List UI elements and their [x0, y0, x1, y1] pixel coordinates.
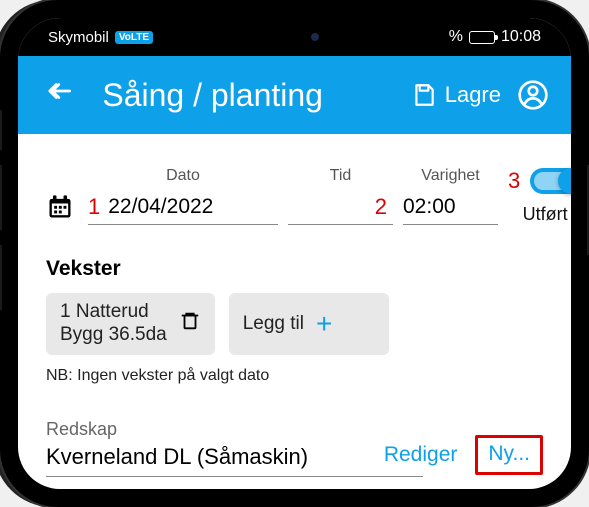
crops-row: 1 Natterud Bygg 36.5da Legg til + [46, 293, 543, 355]
add-crop-label: Legg til [243, 313, 304, 335]
back-arrow-icon[interactable] [40, 78, 74, 112]
crop-line1: 1 Natterud [60, 301, 167, 324]
equipment-value: Kverneland DL (Såmaskin) [46, 444, 423, 470]
carrier-label: Skymobil [48, 29, 109, 46]
date-input[interactable]: 1 22/04/2022 [88, 191, 278, 225]
battery-percent: % [449, 28, 463, 46]
done-toggle[interactable] [530, 168, 571, 194]
profile-icon[interactable] [517, 79, 549, 111]
equipment-section: Redskap Kverneland DL (Såmaskin) Rediger… [46, 419, 543, 477]
time-field: Tid 2 [288, 167, 393, 225]
save-button[interactable]: Lagre [411, 82, 501, 108]
top-fields-row: Dato 1 22/04/2022 Tid 2 Varighet 02:00 [46, 154, 543, 225]
duration-label: Varighet [403, 167, 498, 185]
side-button [0, 165, 2, 230]
side-button [0, 245, 2, 310]
battery-icon [469, 31, 495, 44]
app-header: Såing / planting Lagre [18, 56, 571, 134]
add-crop-button[interactable]: Legg til + [229, 293, 389, 355]
crop-line2: Bygg 36.5da [60, 324, 167, 347]
done-label: Utført [523, 204, 568, 225]
side-button [0, 110, 2, 150]
done-toggle-group: 3 Utført [508, 154, 571, 225]
annotation-3: 3 [508, 168, 520, 194]
new-equipment-button[interactable]: Ny... [475, 435, 543, 475]
page-title: Såing / planting [90, 77, 394, 114]
calendar-icon[interactable] [46, 193, 74, 221]
date-label: Dato [88, 167, 278, 185]
equipment-input[interactable]: Kverneland DL (Såmaskin) [46, 444, 423, 477]
crop-chip[interactable]: 1 Natterud Bygg 36.5da [46, 293, 215, 355]
phone-frame: Skymobil VoLTE % 10:08 Såing / planting [0, 0, 589, 507]
edit-equipment-button[interactable]: Rediger [384, 443, 458, 467]
save-label: Lagre [445, 82, 501, 108]
annotation-2: 2 [375, 194, 387, 220]
notch [181, 18, 409, 56]
annotation-1: 1 [88, 194, 100, 220]
time-input[interactable]: 2 [288, 191, 393, 225]
time-label: Tid [288, 167, 393, 185]
camera-dot [311, 33, 319, 41]
duration-value: 02:00 [403, 195, 456, 219]
date-value: 22/04/2022 [108, 195, 213, 219]
save-icon [411, 82, 437, 108]
content-area: Dato 1 22/04/2022 Tid 2 Varighet 02:00 [18, 134, 571, 489]
crops-section-title: Vekster [46, 257, 543, 281]
volte-badge: VoLTE [115, 31, 153, 44]
status-time: 10:08 [501, 28, 541, 46]
duration-input[interactable]: 02:00 [403, 191, 498, 225]
plus-icon: + [316, 308, 332, 340]
screen: Skymobil VoLTE % 10:08 Såing / planting [18, 18, 571, 489]
date-field: Dato 1 22/04/2022 [88, 167, 278, 225]
duration-field: Varighet 02:00 [403, 167, 498, 225]
crops-note: NB: Ingen vekster på valgt dato [46, 367, 543, 385]
trash-icon[interactable] [179, 310, 201, 338]
